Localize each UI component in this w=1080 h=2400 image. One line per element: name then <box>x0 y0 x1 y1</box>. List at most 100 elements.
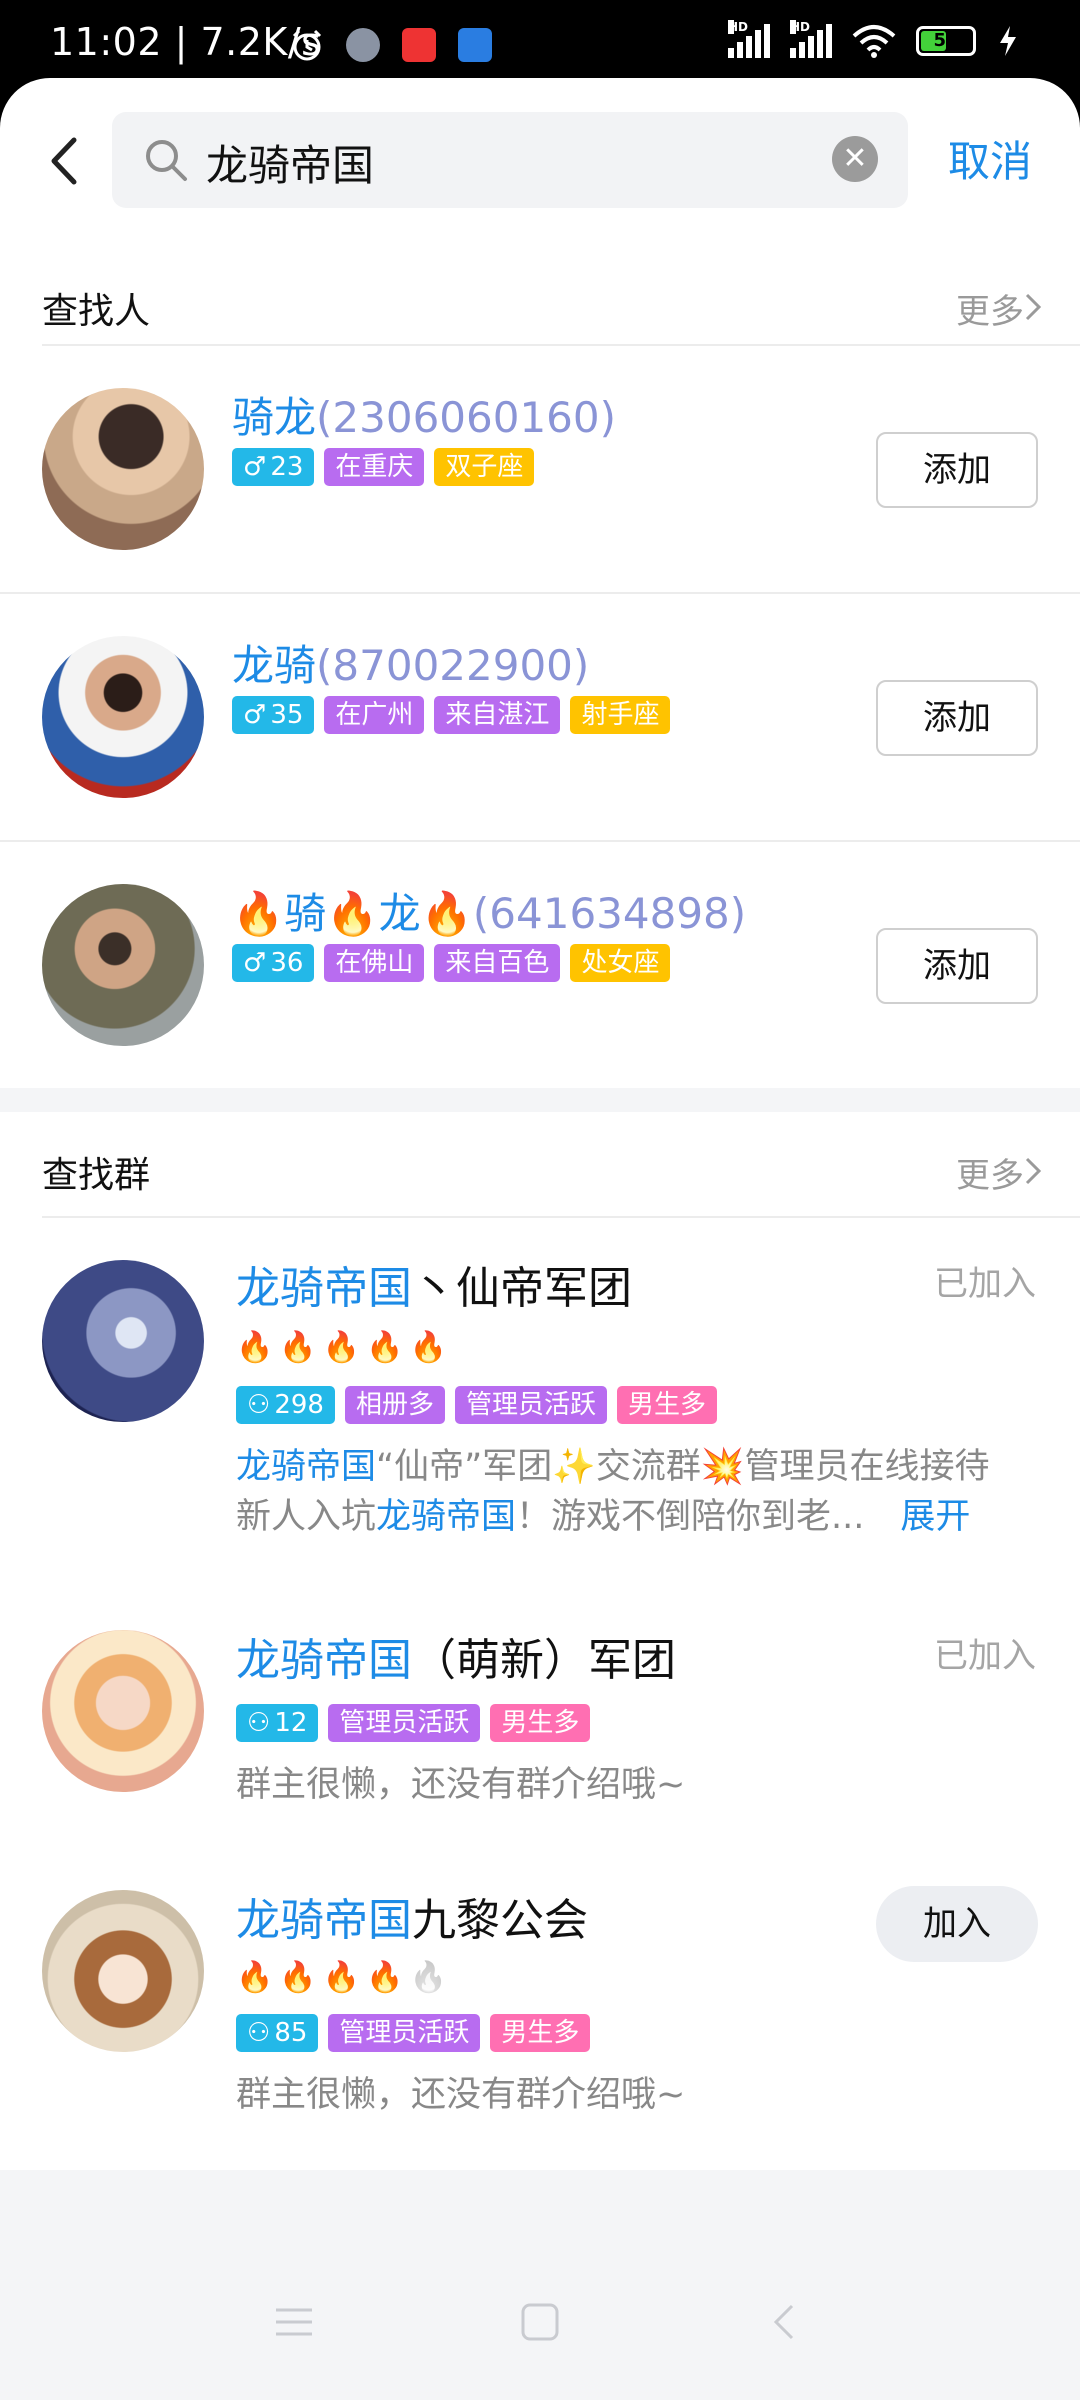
more-groups-link[interactable]: 更多 <box>956 1148 1024 1197</box>
avatar <box>42 884 204 1046</box>
groups-section-header: 查找群 更多 <box>0 1112 1080 1224</box>
group-avatar <box>42 1630 204 1792</box>
male-icon: ♂ <box>243 948 267 978</box>
status-notification-icons <box>290 28 492 62</box>
fire-icon: 🔥 <box>279 1330 317 1365</box>
group-tags: ⚇ 298 相册多 管理员活跃 男生多 <box>236 1386 717 1424</box>
search-input[interactable]: 龙骑帝国 ✕ <box>112 112 908 208</box>
more-people-link[interactable]: 更多 <box>956 284 1024 333</box>
gender-age-badge: ♂ 23 <box>232 448 315 486</box>
person-row[interactable]: 龙骑(870022900) ♂ 35 在广州 来自湛江 射手座 添加 <box>0 594 1080 840</box>
add-friend-button[interactable]: 添加 <box>876 680 1038 756</box>
group-tag: 男生多 <box>616 1386 717 1424</box>
group-row[interactable]: 龙骑帝国九黎公会 加入 🔥 🔥 🔥 🔥 🔥 ⚇ 85 管理员活跃 男生多 群主很懒，还没有… <box>0 1848 1080 2168</box>
wifi-icon <box>852 25 896 58</box>
group-tag: 男生多 <box>490 1704 591 1742</box>
person-icon: ⚇ <box>247 1708 271 1738</box>
fire-icon: 🔥 <box>366 1960 404 1995</box>
chevron-right-icon[interactable] <box>1024 292 1042 322</box>
group-tag: 相册多 <box>344 1386 445 1424</box>
bottom-nav-bar <box>0 2170 1080 2400</box>
activity-fires: 🔥 🔥 🔥 🔥 🔥 <box>236 1330 447 1365</box>
person-row[interactable]: 🔥骑🔥龙🔥(641634898) ♂ 36 在佛山 来自百色 处女座 添加 <box>0 842 1080 1088</box>
person-tags: ♂ 36 在佛山 来自百色 处女座 <box>232 944 671 982</box>
expand-link[interactable]: 展开 <box>900 1497 970 1537</box>
signal-icon: HD <box>728 20 770 58</box>
section-title-people: 查找人 <box>42 291 151 332</box>
app-notification-icon-blue <box>458 28 492 62</box>
search-query-text: 龙骑帝国 <box>206 141 375 190</box>
fire-icon: 🔥 <box>322 1330 361 1365</box>
member-count-badge: ⚇ 298 <box>236 1386 335 1424</box>
hometown-badge: 来自百色 <box>434 944 561 982</box>
status-bar: 11:02 | 7.2K/s HD HD 50 <box>0 0 1080 90</box>
section-separator <box>0 1088 1080 1112</box>
group-tags: ⚇ 12 管理员活跃 男生多 <box>236 1704 591 1742</box>
search-header: 龙骑帝国 ✕ 取消 <box>0 78 1080 248</box>
group-avatar <box>42 1890 204 2052</box>
group-tag: 男生多 <box>490 2014 591 2052</box>
avatar <box>42 388 204 550</box>
group-tag: 管理员活跃 <box>328 2014 481 2052</box>
signal-icon-2: HD <box>790 20 832 58</box>
fire-icon: 🔥 <box>409 1330 447 1365</box>
person-name: 🔥骑🔥龙🔥(641634898) <box>232 889 747 938</box>
person-tags: ♂ 35 在广州 来自湛江 射手座 <box>232 696 671 734</box>
menu-nav-icon[interactable] <box>272 2300 316 2344</box>
hd-label: HD <box>728 20 749 34</box>
group-tags: ⚇ 85 管理员活跃 男生多 <box>236 2014 591 2052</box>
group-name: 龙骑帝国丶仙帝军团 <box>236 1263 632 1314</box>
group-tag: 管理员活跃 <box>328 1704 481 1742</box>
group-description: 群主很懒，还没有群介绍哦~ <box>236 2075 686 2115</box>
group-row[interactable]: 龙骑帝国丶仙帝军团 已加入 🔥 🔥 🔥 🔥 🔥 ⚇ 298 相册多 管理员活跃 男生多 龙… <box>0 1218 1080 1588</box>
home-nav-icon[interactable] <box>518 2300 562 2344</box>
hd-label-2: HD <box>790 20 811 34</box>
clear-icon[interactable]: ✕ <box>832 136 878 182</box>
search-icon <box>146 140 187 181</box>
add-friend-button[interactable]: 添加 <box>876 928 1038 1004</box>
app-notification-icon-red <box>402 28 436 62</box>
alarm-icon <box>292 29 322 61</box>
status-time: 11:02 | 7.2K/s <box>50 20 322 64</box>
person-row[interactable]: 骑龙(2306060160) ♂ 23 在重庆 双子座 添加 <box>0 346 1080 592</box>
add-friend-button[interactable]: 添加 <box>876 432 1038 508</box>
member-count-badge: ⚇ 12 <box>236 1704 319 1742</box>
zodiac-badge: 处女座 <box>570 944 671 982</box>
avatar <box>42 636 204 798</box>
fire-icon: 🔥 <box>236 1330 274 1365</box>
location-badge: 在佛山 <box>324 944 425 982</box>
status-system-icons: HD HD 50 <box>728 20 1020 58</box>
zodiac-badge: 双子座 <box>434 448 535 486</box>
activity-fires: 🔥 🔥 🔥 🔥 🔥 <box>236 1960 447 1995</box>
group-avatar <box>42 1260 204 1422</box>
search-results-sheet: 龙骑帝国 ✕ 取消 查找人 更多 骑龙(2306060160) ♂ 23 在重庆 … <box>0 78 1080 2400</box>
person-name: 龙骑(870022900) <box>232 641 590 690</box>
app-notification-icon <box>346 28 380 62</box>
member-count-badge: ⚇ 85 <box>236 2014 319 2052</box>
cancel-button[interactable]: 取消 <box>948 128 1032 189</box>
fire-icon: 🔥 <box>322 1960 361 1995</box>
person-tags: ♂ 23 在重庆 双子座 <box>232 448 535 486</box>
group-tag: 管理员活跃 <box>454 1386 607 1424</box>
back-arrow-icon[interactable] <box>40 126 90 196</box>
back-nav-icon[interactable] <box>764 2300 808 2344</box>
gender-age-badge: ♂ 36 <box>232 944 315 982</box>
group-row[interactable]: 龙骑帝国（萌新）军团 已加入 ⚇ 12 管理员活跃 男生多 群主很懒，还没有群介绍… <box>0 1588 1080 1848</box>
hometown-badge: 来自湛江 <box>434 696 561 734</box>
group-name: 龙骑帝国九黎公会 <box>236 1895 588 1946</box>
fire-icon: 🔥 <box>409 1960 447 1995</box>
male-icon: ♂ <box>243 452 267 482</box>
location-badge: 在重庆 <box>324 448 425 486</box>
section-title-groups: 查找群 <box>42 1155 151 1196</box>
zodiac-badge: 射手座 <box>570 696 671 734</box>
battery-icon: 50 <box>916 26 976 56</box>
joined-status: 已加入 <box>934 1636 1036 1676</box>
male-icon: ♂ <box>243 700 267 730</box>
joined-status: 已加入 <box>934 1264 1036 1304</box>
charging-icon <box>1000 26 1016 56</box>
fire-icon: 🔥 <box>279 1960 317 1995</box>
join-group-button[interactable]: 加入 <box>876 1886 1038 1962</box>
group-name: 龙骑帝国（萌新）军团 <box>236 1635 676 1686</box>
gender-age-badge: ♂ 35 <box>232 696 315 734</box>
chevron-right-icon[interactable] <box>1024 1156 1042 1186</box>
